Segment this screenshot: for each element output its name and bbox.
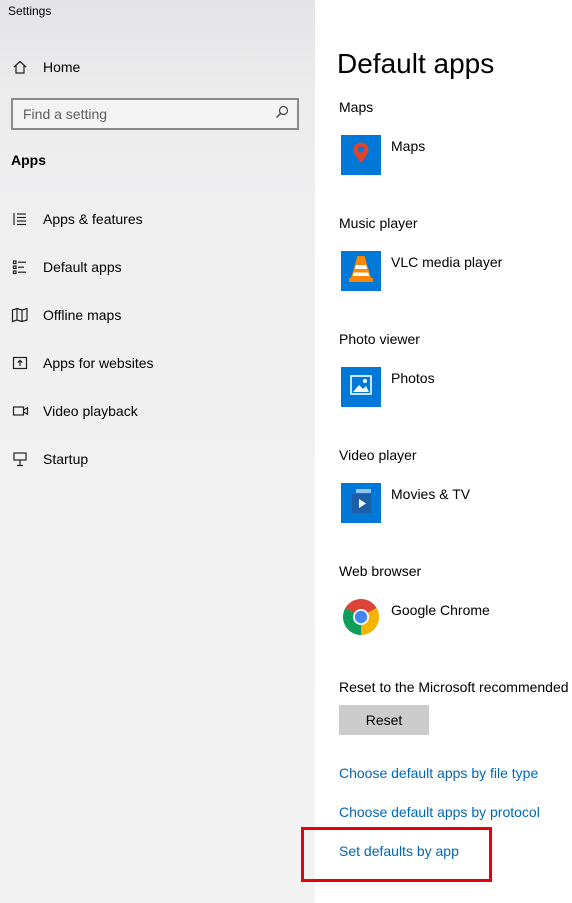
section-heading-apps: Apps <box>11 152 46 168</box>
app-name-music[interactable]: VLC media player <box>391 254 502 270</box>
offline-maps-icon <box>10 305 30 325</box>
page-title: Default apps <box>337 48 495 79</box>
sidebar-item-label: Offline maps <box>43 307 122 323</box>
sidebar-item-apps-for-websites[interactable]: Apps for websites <box>0 343 315 383</box>
category-label-maps: Maps <box>339 99 374 115</box>
apps-for-websites-icon <box>10 353 30 373</box>
sidebar-item-startup[interactable]: Startup <box>0 439 315 479</box>
highlight-box <box>301 827 492 882</box>
app-name-browser[interactable]: Google Chrome <box>391 602 490 618</box>
sidebar-item-label: Apps for websites <box>43 355 154 371</box>
vlc-cone-icon <box>347 254 375 289</box>
music-app-button[interactable] <box>341 251 381 291</box>
reset-label: Reset to the Microsoft recommended <box>339 679 569 695</box>
maps-app-button[interactable] <box>341 135 381 175</box>
nav-home-label: Home <box>43 59 81 75</box>
sidebar-item-offline-maps[interactable]: Offline maps <box>0 295 315 335</box>
maps-pin-icon <box>351 141 371 170</box>
browser-app-button[interactable] <box>341 598 381 640</box>
app-name-maps[interactable]: Maps <box>391 138 425 154</box>
chrome-icon <box>342 598 380 640</box>
default-apps-icon <box>10 257 30 277</box>
search-icon[interactable] <box>275 105 289 124</box>
sidebar-item-label: Apps & features <box>43 211 143 227</box>
nav-home[interactable]: Home <box>0 47 315 87</box>
apps-features-icon <box>10 209 30 229</box>
video-playback-icon <box>10 401 30 421</box>
photo-app-button[interactable] <box>341 367 381 407</box>
link-by-protocol[interactable]: Choose default apps by protocol <box>339 804 540 820</box>
window-title: Settings <box>8 4 52 18</box>
sidebar-item-default-apps[interactable]: Default apps <box>0 247 315 287</box>
video-app-button[interactable] <box>341 483 381 523</box>
sidebar-item-apps-features[interactable]: Apps & features <box>0 199 315 239</box>
app-name-photo[interactable]: Photos <box>391 370 435 386</box>
search-box[interactable] <box>11 98 299 130</box>
movies-tv-icon <box>349 488 373 519</box>
sidebar-item-label: Startup <box>43 451 89 467</box>
app-name-video[interactable]: Movies & TV <box>391 486 470 502</box>
search-input[interactable] <box>23 106 253 122</box>
category-label-music: Music player <box>339 215 418 231</box>
category-label-browser: Web browser <box>339 563 422 579</box>
sidebar-item-label: Video playback <box>43 403 138 419</box>
sidebar-item-video-playback[interactable]: Video playback <box>0 391 315 431</box>
photos-icon <box>350 374 372 400</box>
category-label-video: Video player <box>339 447 417 463</box>
sidebar-item-label: Default apps <box>43 259 122 275</box>
home-icon <box>10 57 30 77</box>
reset-button[interactable]: Reset <box>339 705 429 735</box>
startup-icon <box>10 449 30 469</box>
category-label-photo: Photo viewer <box>339 331 420 347</box>
link-by-file-type[interactable]: Choose default apps by file type <box>339 765 538 781</box>
sidebar: Settings Home Apps Apps & features Defau… <box>0 0 315 903</box>
